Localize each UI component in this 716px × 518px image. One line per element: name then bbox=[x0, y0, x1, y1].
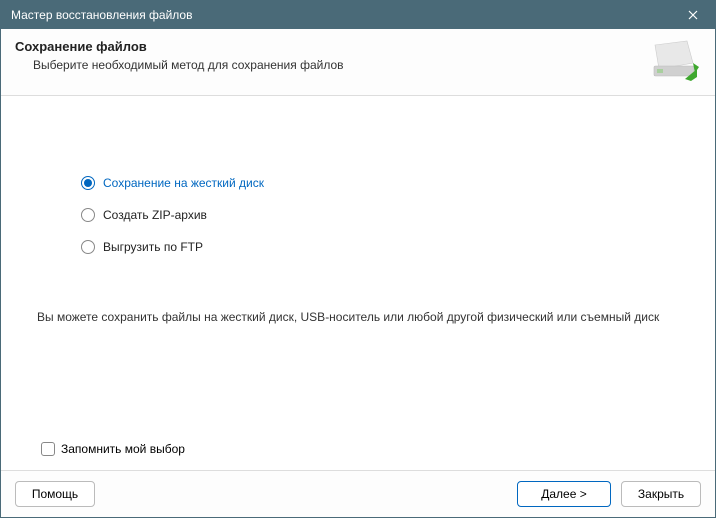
checkbox-icon bbox=[41, 442, 55, 456]
close-button[interactable]: Закрыть bbox=[621, 481, 701, 507]
radio-icon bbox=[81, 176, 95, 190]
wizard-header: Сохранение файлов Выберите необходимый м… bbox=[1, 29, 715, 96]
close-icon[interactable] bbox=[671, 1, 715, 29]
option-save-hdd[interactable]: Сохранение на жесткий диск bbox=[81, 176, 685, 190]
remember-choice-row[interactable]: Запомнить мой выбор bbox=[41, 442, 185, 456]
hdd-save-icon bbox=[649, 39, 699, 81]
titlebar: Мастер восстановления файлов bbox=[1, 1, 715, 29]
page-title: Сохранение файлов bbox=[15, 39, 649, 54]
save-method-radio-group: Сохранение на жесткий диск Создать ZIP-а… bbox=[81, 176, 685, 254]
window-title: Мастер восстановления файлов bbox=[11, 8, 671, 22]
next-button[interactable]: Далее > bbox=[517, 481, 611, 507]
radio-icon bbox=[81, 208, 95, 222]
option-label: Создать ZIP-архив bbox=[103, 208, 207, 222]
remember-label: Запомнить мой выбор bbox=[61, 442, 185, 456]
content-area: Сохранение на жесткий диск Создать ZIP-а… bbox=[1, 96, 715, 470]
method-description: Вы можете сохранить файлы на жесткий дис… bbox=[37, 309, 685, 326]
radio-icon bbox=[81, 240, 95, 254]
option-label: Сохранение на жесткий диск bbox=[103, 176, 264, 190]
option-create-zip[interactable]: Создать ZIP-архив bbox=[81, 208, 685, 222]
help-button[interactable]: Помощь bbox=[15, 481, 95, 507]
page-subtitle: Выберите необходимый метод для сохранени… bbox=[33, 58, 649, 72]
button-bar: Помощь Далее > Закрыть bbox=[1, 470, 715, 517]
option-label: Выгрузить по FTP bbox=[103, 240, 203, 254]
option-upload-ftp[interactable]: Выгрузить по FTP bbox=[81, 240, 685, 254]
